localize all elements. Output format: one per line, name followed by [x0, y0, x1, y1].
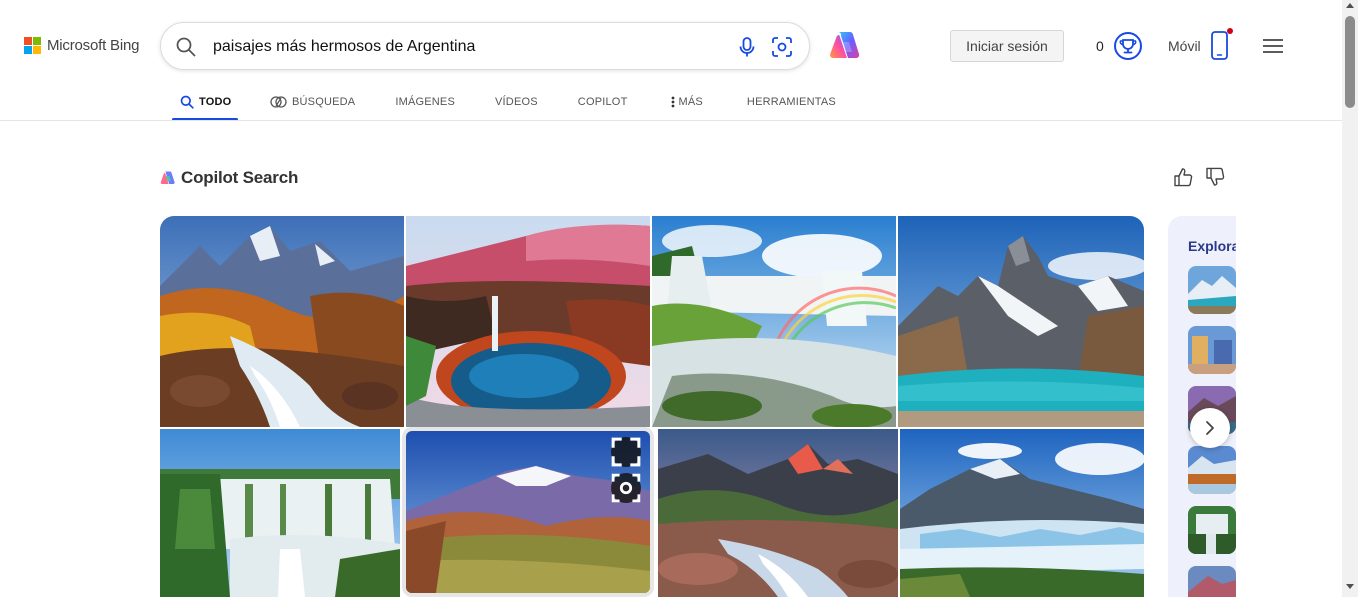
tab-busqueda[interactable]: BÚSQUEDA — [270, 84, 355, 120]
tab-label: COPILOT — [577, 96, 628, 108]
search-icon — [180, 95, 194, 109]
header-divider — [0, 120, 1342, 121]
mobile-label[interactable]: Móvil — [1168, 38, 1201, 54]
microphone-icon[interactable] — [737, 36, 757, 58]
visual-search-icon[interactable] — [771, 36, 793, 58]
chevron-right-icon — [1206, 421, 1214, 435]
logo-text: Microsoft Bing — [47, 37, 140, 54]
rewards-trophy-icon[interactable] — [1113, 31, 1143, 61]
image-result[interactable] — [406, 216, 650, 427]
tab-label: BÚSQUEDA — [292, 96, 356, 108]
scrollbar-thumb[interactable] — [1345, 16, 1355, 108]
image-result[interactable] — [160, 429, 400, 597]
thumbs-down-icon[interactable] — [1204, 166, 1226, 188]
image-result[interactable] — [160, 216, 404, 427]
tab-herramientas[interactable]: HERRAMIENTAS — [747, 84, 836, 120]
mobile-phone-icon[interactable] — [1208, 28, 1234, 62]
scroll-up-arrow-icon[interactable] — [1346, 3, 1354, 8]
image-result[interactable] — [898, 216, 1144, 427]
explore-thumbnail[interactable] — [1188, 566, 1236, 597]
tab-label: HERRAMIENTAS — [746, 96, 836, 108]
bing-results-page: Microsoft Bing paisajes más hermosos de … — [0, 0, 1358, 597]
expand-image-button[interactable] — [611, 437, 641, 467]
tab-label: IMÁGENES — [395, 96, 456, 108]
tab-videos[interactable]: VÍDEOS — [495, 84, 538, 120]
tab-label: VÍDEOS — [495, 96, 538, 108]
expand-icon — [611, 437, 641, 467]
explore-panel: Explora — [1168, 216, 1236, 597]
explore-title: Explora — [1188, 238, 1236, 254]
tab-todo[interactable]: TODO — [172, 84, 238, 121]
page-scrollbar[interactable] — [1342, 0, 1358, 597]
image-result[interactable] — [658, 429, 898, 597]
microsoft-logo-icon — [24, 37, 41, 54]
copilot-search-title: Copilot Search — [181, 168, 299, 187]
tab-mas[interactable]: MÁS — [671, 84, 703, 120]
image-result[interactable] — [652, 216, 896, 427]
scroll-down-arrow-icon[interactable] — [1346, 584, 1354, 589]
thumbs-up-icon[interactable] — [1172, 166, 1194, 188]
explore-thumbnail[interactable] — [1188, 446, 1236, 494]
explore-thumbnail[interactable] — [1188, 506, 1236, 554]
copilot-search-icon — [270, 96, 287, 108]
tab-copilot[interactable]: COPILOT — [578, 84, 628, 120]
search-icon[interactable] — [175, 36, 197, 58]
rewards-count[interactable]: 0 — [1096, 38, 1104, 54]
bing-logo[interactable]: Microsoft Bing — [24, 37, 139, 54]
copilot-logo-icon[interactable] — [828, 28, 864, 64]
tab-imagenes[interactable]: IMÁGENES — [395, 84, 455, 120]
tab-label: TODO — [199, 96, 232, 108]
search-input[interactable]: paisajes más hermosos de Argentina — [213, 38, 475, 56]
notification-dot — [1227, 28, 1233, 34]
image-results-grid — [160, 216, 1144, 597]
visual-search-icon — [611, 473, 641, 503]
hamburger-menu-icon[interactable] — [1262, 37, 1284, 55]
copilot-search-heading: Copilot Search — [160, 168, 298, 188]
more-vertical-icon — [672, 96, 675, 108]
image-result[interactable] — [402, 427, 654, 597]
search-box[interactable]: paisajes más hermosos de Argentina — [160, 22, 810, 70]
copilot-logo-icon — [160, 171, 175, 185]
search-scope-tabs: TODO BÚSQUEDA IMÁGENES VÍDEOS COPILOT MÁ… — [172, 84, 836, 121]
explore-next-button[interactable] — [1190, 408, 1230, 448]
signin-button[interactable]: Iniciar sesión — [950, 30, 1064, 62]
tab-label: MÁS — [678, 96, 703, 108]
explore-thumbnail[interactable] — [1188, 326, 1236, 374]
visual-search-button[interactable] — [611, 473, 641, 503]
explore-thumbnail[interactable] — [1188, 266, 1236, 314]
image-result[interactable] — [900, 429, 1144, 597]
